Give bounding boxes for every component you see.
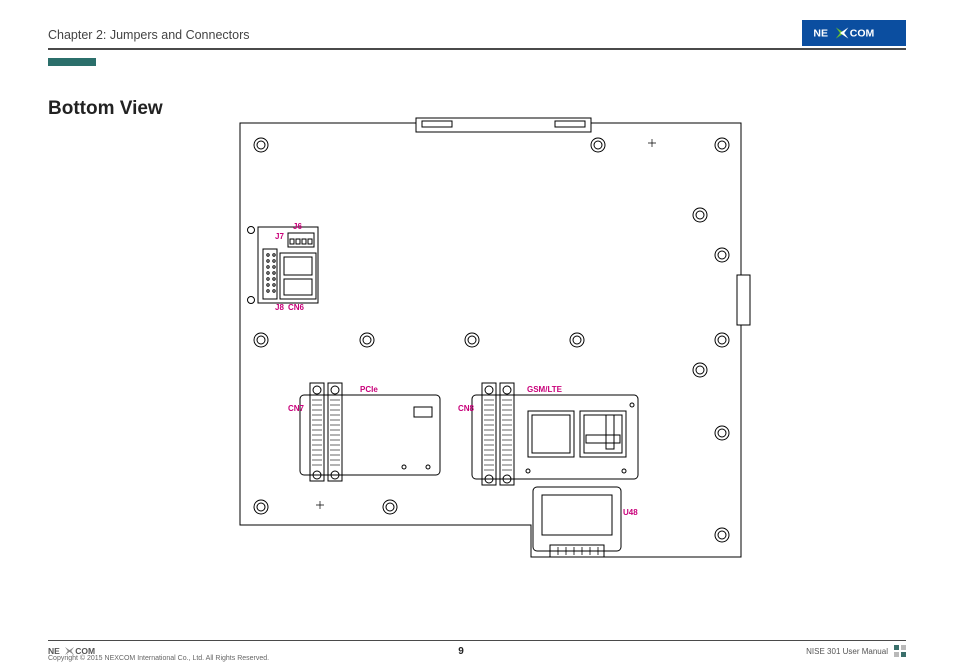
cn7-slot (300, 383, 440, 481)
page-header: Chapter 2: Jumpers and Connectors NE COM (48, 18, 906, 46)
cn8-slot (472, 383, 638, 485)
page-number: 9 (458, 646, 464, 657)
label-j7: J7 (275, 232, 284, 241)
u48-conn (533, 487, 621, 557)
copyright: Copyright © 2015 NEXCOM International Co… (48, 655, 906, 662)
header-accent (48, 58, 96, 66)
label-j6: J6 (293, 222, 302, 231)
brand-logo: NE COM (802, 20, 906, 46)
svg-text:NE: NE (813, 28, 828, 40)
board-diagram: J6 J7 J8 CN6 PCIe CN7 GSM/LTE CN8 U48 (228, 115, 753, 565)
page-title: Bottom View (48, 98, 163, 120)
footer-glyph-icon (894, 645, 906, 657)
doc-title: NISE 301 User Manual (806, 647, 888, 656)
label-pcie: PCIe (360, 385, 378, 394)
label-cn7: CN7 (288, 404, 304, 413)
svg-text:COM: COM (850, 28, 875, 40)
board-svg (228, 115, 753, 565)
page-footer: NE COM 9 NISE 301 User Manual Copyright … (48, 640, 906, 663)
header-rule (48, 48, 906, 50)
label-cn8: CN8 (458, 404, 474, 413)
footer-rule (48, 640, 906, 642)
chapter-title: Chapter 2: Jumpers and Connectors (48, 28, 250, 46)
label-u48: U48 (623, 508, 638, 517)
label-cn6: CN6 (288, 303, 304, 312)
label-gsm: GSM/LTE (527, 385, 562, 394)
label-j8: J8 (275, 303, 284, 312)
jumpers-block (258, 227, 318, 303)
